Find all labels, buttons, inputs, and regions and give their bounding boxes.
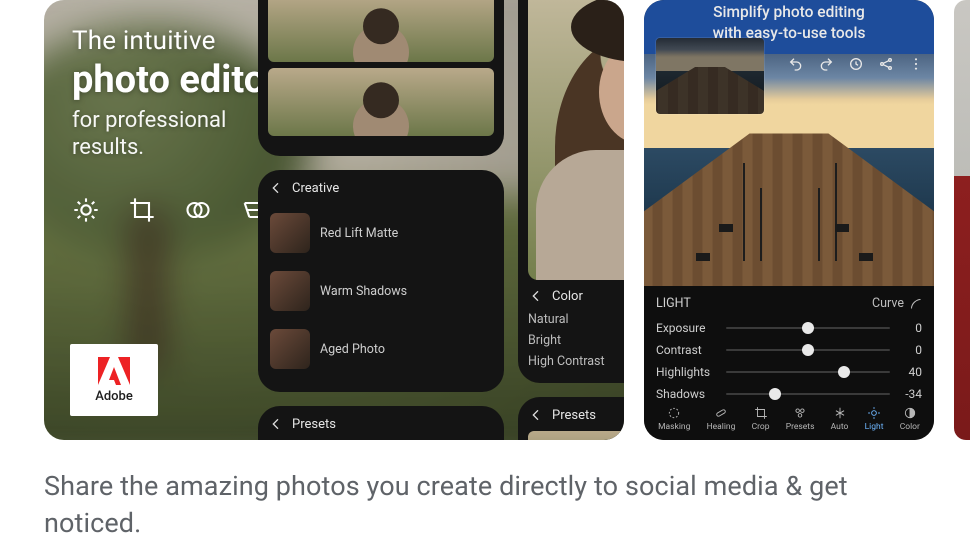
redo-icon[interactable] <box>818 56 834 72</box>
slider-track[interactable] <box>726 327 890 329</box>
slider-knob[interactable] <box>802 344 814 356</box>
slider-label: Highlights <box>656 365 718 379</box>
panel-title: LIGHT <box>656 296 691 311</box>
app-description: Share the amazing photos you create dire… <box>44 468 926 543</box>
app-listing-viewport: The intuitive photo editor for professio… <box>0 0 970 544</box>
mock-presets-right: Presets <box>518 397 624 440</box>
tool-healing[interactable]: Healing <box>707 406 736 432</box>
auto-icon <box>833 406 847 420</box>
slider-track[interactable] <box>726 371 890 373</box>
adobe-badge: Adobe <box>70 344 158 416</box>
screenshot-card-editor[interactable]: Simplify photo editing with easy-to-use … <box>644 0 934 440</box>
tool-light[interactable]: Light <box>865 406 884 432</box>
adobe-label: Adobe <box>95 389 133 404</box>
tool-masking[interactable]: Masking <box>658 406 690 432</box>
slider-knob[interactable] <box>802 322 814 334</box>
hero-copy: The intuitive photo editor for professio… <box>72 26 279 160</box>
curve-button[interactable]: Curve <box>872 296 922 311</box>
hero-line2: photo editor <box>72 58 279 102</box>
screenshot-card-hero[interactable]: The intuitive photo editor for professio… <box>44 0 624 440</box>
chevron-left-icon <box>268 416 284 432</box>
slider-label: Exposure <box>656 321 718 335</box>
reset-icon[interactable] <box>848 56 864 72</box>
preset-row: Aged Photo <box>268 320 494 378</box>
tool-crop[interactable]: Crop <box>752 406 770 432</box>
curve-icon <box>910 298 922 310</box>
light-panel: LIGHT Curve Exposure 0 Contrast 0 Highlights… <box>644 286 934 440</box>
mock-section: Creative <box>292 181 339 196</box>
editor-top-toolbar <box>788 56 924 72</box>
mock-presets-top: Presets <box>258 0 504 156</box>
slider-exposure[interactable]: Exposure 0 <box>656 317 922 339</box>
tool-presets[interactable]: Presets <box>786 406 815 432</box>
masking-icon <box>667 406 681 420</box>
mock-column-left: Presets Creative Red Lift Matte Warm Sha… <box>258 0 504 440</box>
mock-hero-photo <box>528 0 624 280</box>
mock-portrait: Color Natural Bright High Contrast <box>518 0 624 383</box>
color-icon <box>903 406 917 420</box>
mock-creative: Creative Red Lift Matte Warm Shadows Age… <box>258 170 504 392</box>
tool-auto[interactable]: Auto <box>831 406 849 432</box>
share-icon[interactable] <box>878 56 894 72</box>
chevron-left-icon <box>268 180 284 196</box>
mock-presets-bottom: Presets <box>258 406 504 440</box>
slider-label: Shadows <box>656 387 718 401</box>
crop-icon <box>128 196 156 224</box>
slider-value: 40 <box>898 365 922 379</box>
preset-row: Warm Shadows <box>268 262 494 320</box>
slider-track[interactable] <box>726 349 890 351</box>
editor-bottom-toolbar: Masking Healing Crop Presets Auto Light Color <box>644 402 934 436</box>
slider-value: 0 <box>898 321 922 335</box>
hero-line1: The intuitive <box>72 26 279 56</box>
chevron-left-icon <box>528 407 544 423</box>
chevron-left-icon <box>528 288 544 304</box>
hero-sub2: results. <box>72 135 279 160</box>
preset-row: Red Lift Matte <box>268 204 494 262</box>
hero-sub1: for professional <box>72 108 279 133</box>
presets-icon <box>793 406 807 420</box>
healing-icon <box>714 406 728 420</box>
undo-icon[interactable] <box>788 56 804 72</box>
tool-color[interactable]: Color <box>900 406 920 432</box>
before-thumbnail <box>656 38 764 114</box>
slider-highlights[interactable]: Highlights 40 <box>656 361 922 383</box>
screenshot-card-next[interactable] <box>954 0 970 440</box>
adobe-logo-icon <box>98 357 130 385</box>
more-icon[interactable] <box>908 56 924 72</box>
mock-column-right: Color Natural Bright High Contrast Prese… <box>518 0 624 440</box>
slider-label: Contrast <box>656 343 718 357</box>
slider-value: 0 <box>898 343 922 357</box>
slider-contrast[interactable]: Contrast 0 <box>656 339 922 361</box>
slider-value: -34 <box>898 387 922 401</box>
slider-knob[interactable] <box>838 366 850 378</box>
slider-track[interactable] <box>726 393 890 395</box>
crop-icon <box>754 406 768 420</box>
screenshot-carousel[interactable]: The intuitive photo editor for professio… <box>44 0 970 440</box>
light-icon <box>867 406 881 420</box>
brightness-icon <box>72 196 100 224</box>
lens-icon <box>184 196 212 224</box>
slider-knob[interactable] <box>769 388 781 400</box>
